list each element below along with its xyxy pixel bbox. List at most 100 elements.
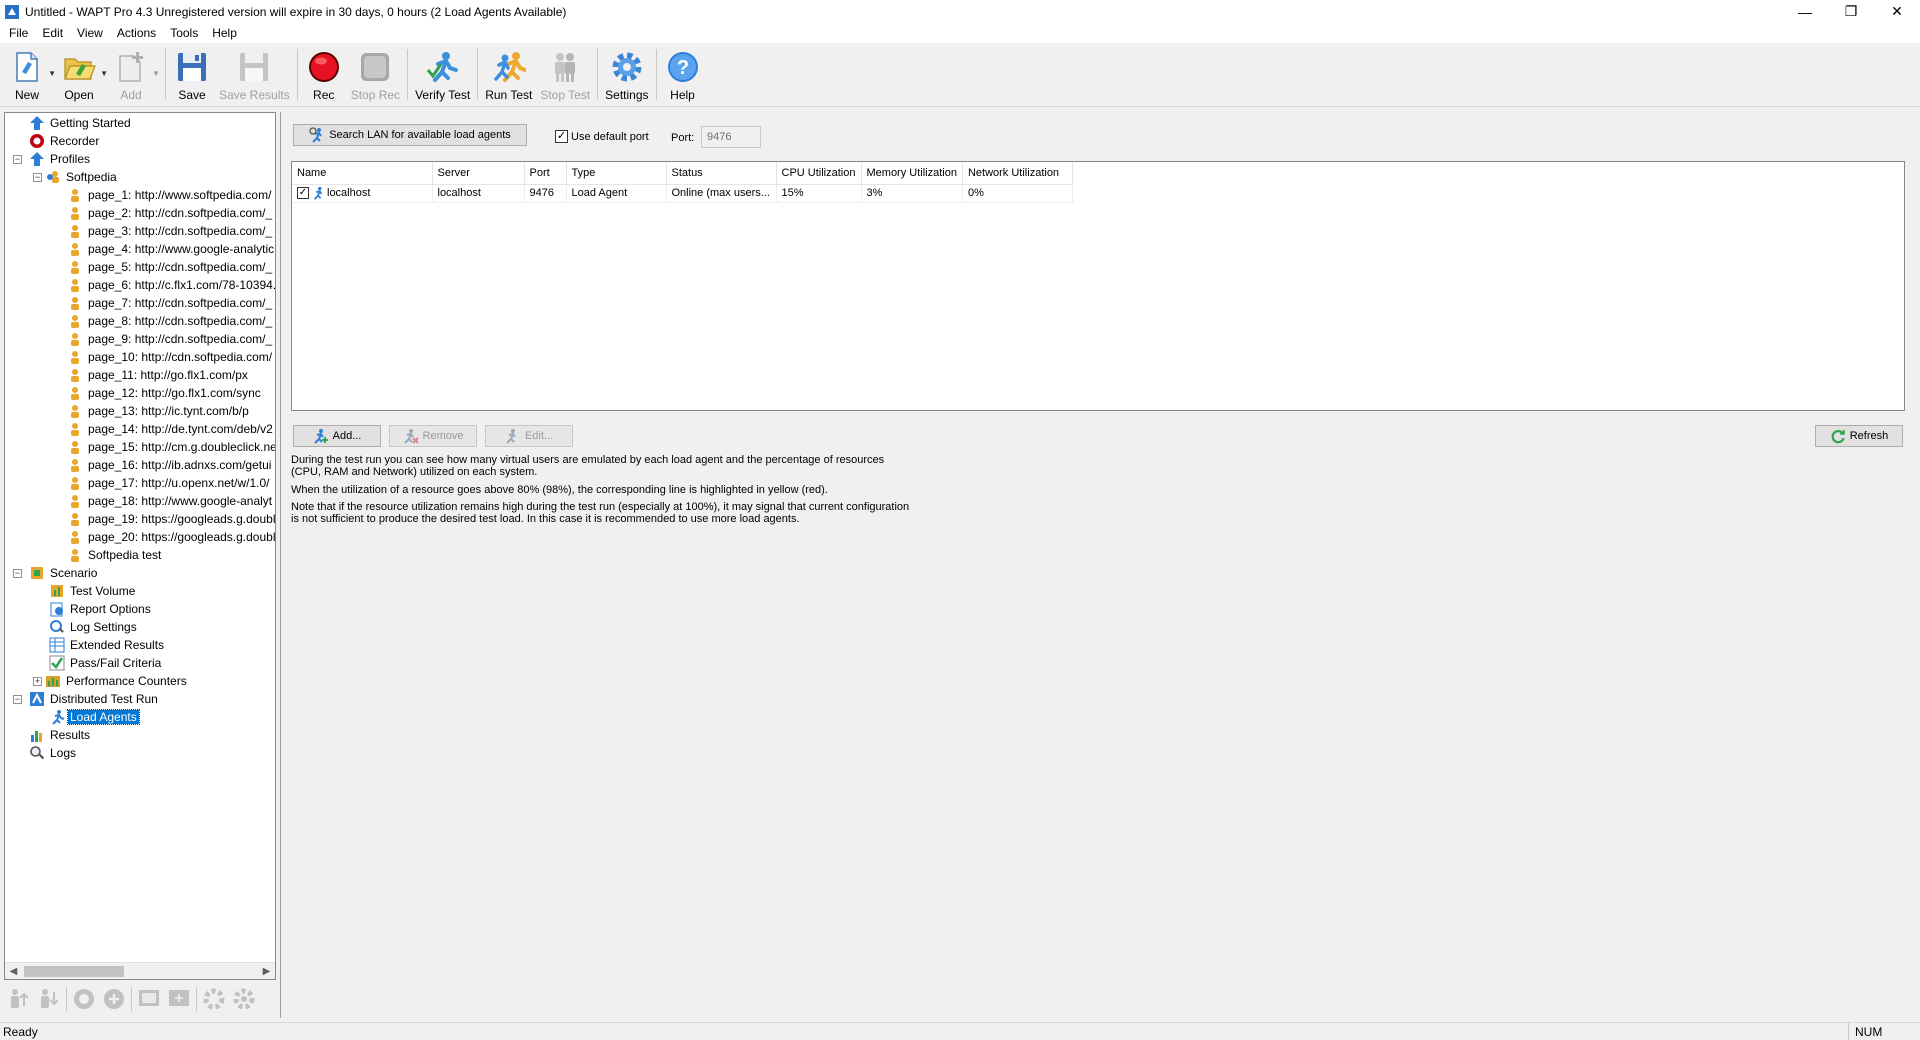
expand-icon[interactable]: + [33, 676, 42, 686]
column-type[interactable]: Type [566, 162, 667, 185]
tree-item-page[interactable]: page_11: http://go.flx1.com/px [5, 366, 275, 384]
menu-actions[interactable]: Actions [110, 23, 163, 43]
use-default-port-checkbox[interactable]: ✓ Use default port [555, 130, 649, 143]
agent-name-cell[interactable]: ✓ localhost [292, 184, 433, 203]
add-dropdown-icon[interactable]: ▼ [152, 69, 160, 78]
checkbox-checked-icon[interactable]: ✓ [555, 130, 568, 143]
menu-edit[interactable]: Edit [35, 23, 70, 43]
tree-label: page_7: http://cdn.softpedia.com/_ [88, 296, 273, 310]
tree-item-page[interactable]: page_2: http://cdn.softpedia.com/_ [5, 204, 275, 222]
tree-item-scenario[interactable]: − Scenario [5, 564, 275, 582]
tree-item-page[interactable]: page_14: http://de.tynt.com/deb/v2 [5, 420, 275, 438]
restore-button[interactable]: ❐ [1828, 0, 1874, 23]
tree-item-load-agents[interactable]: Load Agents [5, 708, 275, 726]
export-icon[interactable] [136, 986, 162, 1012]
edit-agent-button[interactable]: Edit... [485, 425, 573, 447]
column-cpu[interactable]: CPU Utilization [776, 162, 862, 185]
column-port[interactable]: Port [524, 162, 567, 185]
collapse-icon[interactable]: − [13, 154, 22, 164]
column-name[interactable]: Name [292, 162, 433, 185]
tree-item-performance-counters[interactable]: + Performance Counters [5, 672, 275, 690]
import-icon[interactable] [166, 986, 192, 1012]
add-button[interactable]: Add ▼ [110, 43, 162, 106]
tree-item-page[interactable]: page_8: http://cdn.softpedia.com/_ [5, 312, 275, 330]
tree-item-page[interactable]: page_10: http://cdn.softpedia.com/ [5, 348, 275, 366]
tree-item-test-volume[interactable]: Test Volume [5, 582, 275, 600]
tree-item-page[interactable]: page_20: https://googleads.g.doubl [5, 528, 275, 546]
scrollbar-thumb[interactable] [24, 965, 124, 977]
tree-item-log-settings[interactable]: Log Settings [5, 618, 275, 636]
tree-item-page[interactable]: page_15: http://cm.g.doubleclick.ne [5, 438, 275, 456]
menu-view[interactable]: View [70, 23, 110, 43]
collapse-icon[interactable]: − [13, 694, 22, 704]
load-agents-grid[interactable]: Name Server Port Type Status CPU Utiliza… [291, 161, 1905, 411]
minimize-button[interactable]: — [1782, 0, 1828, 23]
tree-item-page[interactable]: page_5: http://cdn.softpedia.com/_ [5, 258, 275, 276]
stop-test-button[interactable]: Stop Test [536, 43, 594, 106]
tree-item-page[interactable]: page_18: http://www.google-analyt [5, 492, 275, 510]
refresh-button[interactable]: Refresh [1815, 425, 1903, 447]
move-up-icon[interactable] [6, 986, 32, 1012]
scroll-right-icon[interactable]: ▶ [258, 966, 275, 977]
tree-item-page[interactable]: page_6: http://c.flx1.com/78-10394. [5, 276, 275, 294]
open-dropdown-icon[interactable]: ▼ [100, 69, 108, 78]
scroll-left-icon[interactable]: ◀ [5, 966, 22, 977]
tree-item-page[interactable]: page_17: http://u.openx.net/w/1.0/ [5, 474, 275, 492]
tree-item-results[interactable]: Results [5, 726, 275, 744]
properties-icon[interactable] [231, 986, 257, 1012]
column-memory[interactable]: Memory Utilization [861, 162, 963, 185]
paste-profile-icon[interactable] [101, 986, 127, 1012]
menu-tools[interactable]: Tools [163, 23, 205, 43]
table-row[interactable]: ✓ localhost localhost 9476 Load Agent Onl… [292, 184, 1073, 203]
port-input[interactable] [701, 126, 761, 148]
tree-item-page[interactable]: page_16: http://ib.adnxs.com/getui [5, 456, 275, 474]
tree-horizontal-scrollbar[interactable]: ◀ ▶ [5, 962, 275, 979]
collapse-icon[interactable]: − [33, 172, 42, 182]
tree-item-getting-started[interactable]: Getting Started [5, 114, 275, 132]
tree-item-distributed-test-run[interactable]: − Distributed Test Run [5, 690, 275, 708]
rec-button[interactable]: Rec [301, 43, 347, 106]
tree-label: page_16: http://ib.adnxs.com/getui [88, 458, 272, 472]
column-status[interactable]: Status [666, 162, 777, 185]
tree-item-page[interactable]: page_13: http://ic.tynt.com/b/p [5, 402, 275, 420]
tree-item-page[interactable]: page_4: http://www.google-analytic [5, 240, 275, 258]
remove-agent-button[interactable]: Remove [389, 425, 477, 447]
project-tree[interactable]: Getting Started Recorder − Profiles − So… [4, 112, 276, 980]
tree-item-page[interactable]: page_1: http://www.softpedia.com/ [5, 186, 275, 204]
tree-item-page[interactable]: page_3: http://cdn.softpedia.com/_ [5, 222, 275, 240]
tree-item-softpedia[interactable]: − Softpedia [5, 168, 275, 186]
settings-button[interactable]: Settings [601, 43, 652, 106]
save-button[interactable]: Save [169, 43, 215, 106]
tree-item-page[interactable]: page_7: http://cdn.softpedia.com/_ [5, 294, 275, 312]
save-results-button[interactable]: Save Results [215, 43, 294, 106]
copy-profile-icon[interactable] [71, 986, 97, 1012]
tree-item-pass-fail[interactable]: Pass/Fail Criteria [5, 654, 275, 672]
run-test-button[interactable]: Run Test [481, 43, 536, 106]
new-button[interactable]: New ▼ [6, 43, 58, 106]
tree-item-softpedia-test[interactable]: Softpedia test [5, 546, 275, 564]
settings-icon[interactable] [201, 986, 227, 1012]
verify-test-button[interactable]: Verify Test [411, 43, 474, 106]
stop-rec-button[interactable]: Stop Rec [347, 43, 404, 106]
row-checkbox-checked-icon[interactable]: ✓ [297, 187, 309, 199]
tree-item-page[interactable]: page_19: https://googleads.g.doubl [5, 510, 275, 528]
add-agent-button[interactable]: Add... [293, 425, 381, 447]
tree-item-page[interactable]: page_12: http://go.flx1.com/sync [5, 384, 275, 402]
new-dropdown-icon[interactable]: ▼ [48, 69, 56, 78]
tree-item-profiles[interactable]: − Profiles [5, 150, 275, 168]
column-server[interactable]: Server [432, 162, 525, 185]
tree-item-recorder[interactable]: Recorder [5, 132, 275, 150]
tree-item-page[interactable]: page_9: http://cdn.softpedia.com/_ [5, 330, 275, 348]
menu-file[interactable]: File [2, 23, 35, 43]
close-button[interactable]: ✕ [1874, 0, 1920, 23]
help-button[interactable]: ? Help [660, 43, 706, 106]
open-button[interactable]: Open ▼ [58, 43, 110, 106]
column-network[interactable]: Network Utilization [962, 162, 1073, 185]
tree-item-logs[interactable]: Logs [5, 744, 275, 762]
tree-item-extended-results[interactable]: Extended Results [5, 636, 275, 654]
tree-item-report-options[interactable]: Report Options [5, 600, 275, 618]
move-down-icon[interactable] [36, 986, 62, 1012]
menu-help[interactable]: Help [205, 23, 244, 43]
search-lan-button[interactable]: Search LAN for available load agents [293, 124, 527, 146]
collapse-icon[interactable]: − [13, 568, 22, 578]
